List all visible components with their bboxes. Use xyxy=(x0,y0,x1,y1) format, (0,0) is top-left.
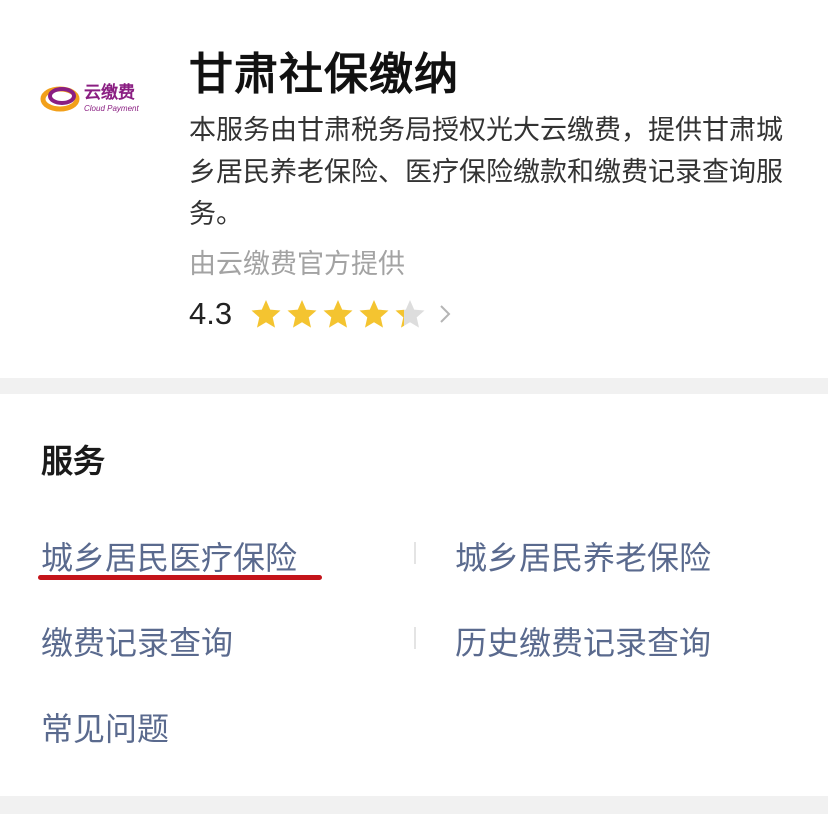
service-description: 本服务由甘肃税务局授权光大云缴费，提供甘肃城乡居民养老保险、医疗保险缴款和缴费记… xyxy=(189,115,783,230)
cloud-payment-logo: 云缴费 Cloud Payment xyxy=(40,78,156,118)
star-icon xyxy=(251,300,281,328)
page-title: 甘肃社保缴纳 xyxy=(189,49,459,100)
logo-icon: 云缴费 Cloud Payment xyxy=(40,82,139,113)
mini-program-info-card: 云缴费 Cloud Payment 甘肃社保缴纳 本服务由甘肃税务局授权光大云缴… xyxy=(0,0,828,378)
service-link-faq[interactable]: 常见问题 xyxy=(41,704,169,750)
logo-text: 云缴费 xyxy=(84,82,135,103)
provider-text: 由云缴费官方提供 xyxy=(189,249,405,280)
column-divider xyxy=(414,627,416,649)
service-link-rural-pension-insurance[interactable]: 城乡居民养老保险 xyxy=(455,533,711,579)
star-icon xyxy=(359,300,389,328)
chevron-right-icon[interactable] xyxy=(438,303,452,325)
star-icon xyxy=(395,300,425,328)
rating-stars xyxy=(250,298,430,330)
rating-row[interactable]: 4.3 xyxy=(189,293,452,335)
bottom-divider xyxy=(0,796,828,814)
selection-underline xyxy=(38,575,322,580)
section-divider xyxy=(0,378,828,394)
services-heading: 服务 xyxy=(41,442,106,480)
service-link-payment-records[interactable]: 缴费记录查询 xyxy=(41,618,233,664)
service-link-rural-medical-insurance[interactable]: 城乡居民医疗保险 xyxy=(41,533,297,579)
logo-subtext: Cloud Payment xyxy=(84,104,139,113)
service-link-history-payment-records[interactable]: 历史缴费记录查询 xyxy=(455,618,711,664)
star-icon xyxy=(323,300,353,328)
rating-value: 4.3 xyxy=(189,296,233,331)
column-divider xyxy=(414,542,416,564)
star-icon xyxy=(287,300,317,328)
